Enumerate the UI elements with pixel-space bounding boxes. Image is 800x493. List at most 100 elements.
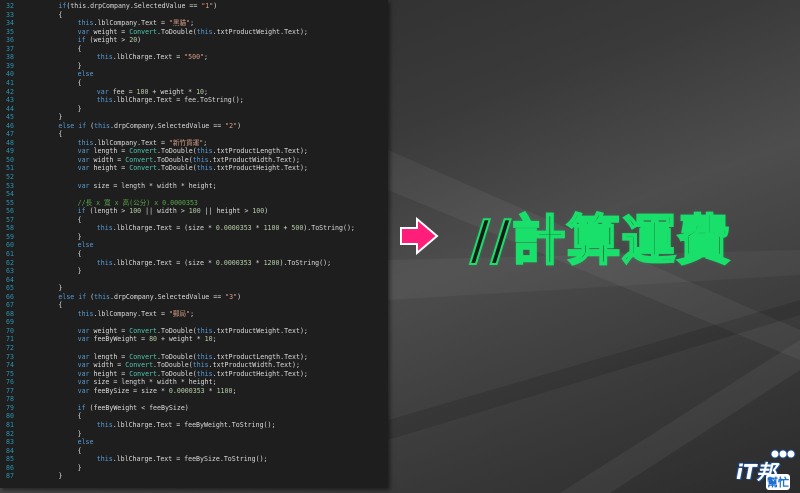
code-token: .ToDouble(	[157, 326, 197, 335]
code-token: (weight >	[85, 36, 130, 45]
code-token: .ToDouble(	[157, 164, 197, 173]
code-text: {	[20, 447, 82, 455]
code-token: *	[251, 258, 264, 267]
code-text: else	[20, 438, 94, 446]
code-token: else	[77, 70, 94, 79]
code-token: .lblCompany.Text =	[93, 309, 169, 318]
code-token: feeBySize = size *	[89, 386, 169, 395]
code-token: var	[77, 386, 90, 395]
code-token: feeByWeight =	[89, 335, 150, 344]
code-text: {	[20, 11, 62, 19]
code-token: var	[77, 369, 90, 378]
code-token: .txtProductWeight.Text);	[212, 326, 308, 335]
code-token: height =	[89, 164, 130, 173]
code-token: {	[77, 78, 82, 87]
code-line: 87}	[0, 472, 62, 481]
code-token: "3"	[225, 292, 238, 301]
code-token: this	[196, 326, 213, 335]
code-token: *	[251, 224, 264, 233]
code-token: 0.0000353	[215, 258, 252, 267]
code-token: ;	[204, 53, 208, 62]
code-text: this.lblCharge.Text = feeBySize.ToString…	[20, 455, 268, 463]
code-token: this	[96, 420, 113, 429]
code-token: }	[77, 232, 82, 241]
code-text: if (weight > 20)	[20, 36, 142, 45]
code-token: this	[196, 369, 213, 378]
code-text: }	[20, 267, 82, 275]
line-number: 87	[6, 472, 14, 481]
code-token: .lblCharge.Text =	[112, 53, 185, 62]
code-token: this	[196, 164, 213, 173]
code-token: Convert	[125, 361, 154, 370]
code-token: 100	[136, 87, 149, 96]
code-text: }	[20, 464, 82, 472]
code-text: }	[20, 62, 82, 70]
code-token: if	[77, 403, 86, 412]
code-token: Convert	[125, 155, 154, 164]
code-token: }	[77, 104, 82, 113]
code-token: var	[77, 181, 90, 190]
code-token: var	[77, 361, 90, 370]
code-token: {	[77, 249, 82, 258]
code-token: + weight *	[148, 87, 197, 96]
code-token: ).ToString();	[279, 258, 332, 267]
code-text: var feeBySize = size * 0.0000353 * 1100;	[20, 386, 237, 395]
code-token: "黑貓"	[168, 19, 191, 28]
code-token: *	[204, 386, 217, 395]
code-token: }	[77, 267, 82, 276]
code-token: ;	[203, 138, 208, 147]
code-token: .txtProductWeight.Text);	[212, 27, 308, 36]
it-help-logo[interactable]: iT邦 幫忙	[736, 446, 798, 492]
code-token: else	[77, 241, 94, 250]
code-token: {	[77, 215, 82, 224]
code-token: .drpCompany.SelectedValue ==	[110, 292, 226, 301]
code-token: var	[77, 164, 90, 173]
code-token: {	[58, 10, 63, 19]
code-token: Convert	[129, 147, 158, 156]
code-token: }	[77, 463, 82, 472]
code-text: var size = length * width * height;	[20, 378, 217, 386]
code-token: width =	[89, 155, 126, 164]
code-token: this	[96, 258, 113, 267]
arrow-right-icon	[400, 216, 439, 256]
code-text: else if (this.drpCompany.SelectedValue =…	[20, 122, 241, 130]
code-text: var length = Convert.ToDouble(this.txtPr…	[20, 147, 308, 155]
code-token: "1"	[201, 2, 214, 10]
code-token: {	[58, 301, 63, 310]
code-token: .lblCompany.Text =	[93, 19, 169, 28]
code-token: 1200	[263, 258, 280, 267]
code-text: this.lblCharge.Text = feeByWeight.ToStri…	[20, 420, 276, 429]
code-token: "2"	[225, 121, 238, 130]
code-token: Convert	[129, 352, 158, 361]
code-text: }	[20, 472, 62, 480]
code-token: 1100	[216, 386, 233, 395]
code-text: else	[20, 241, 94, 250]
code-token: + weight *	[157, 335, 205, 344]
code-token: )	[137, 36, 142, 45]
code-token: )	[213, 2, 218, 10]
code-token: 100	[252, 207, 265, 216]
code-token: var	[77, 326, 90, 335]
code-text: }	[20, 430, 82, 438]
code-text: this.lblCompany.Text = "郵局";	[20, 310, 194, 318]
code-token: //長 x 寬 x 高(公分) x 0.0000353	[77, 198, 198, 207]
code-token: this	[192, 361, 209, 370]
code-token: .txtProductHeight.Text);	[212, 369, 308, 378]
code-token: weight =	[89, 27, 130, 36]
code-text: var width = Convert.ToDouble(this.txtPro…	[20, 361, 300, 369]
code-token: var	[77, 352, 90, 361]
code-token: .txtProductWidth.Text);	[208, 361, 300, 370]
code-token: 1100	[263, 224, 280, 233]
slide-title: //計算運費	[469, 208, 732, 273]
code-token: {	[77, 44, 82, 53]
code-token: {	[77, 412, 82, 421]
code-token: .lblCharge.Text = fee.ToString();	[112, 96, 244, 105]
code-token: length =	[89, 147, 130, 156]
code-text: }	[20, 105, 82, 113]
code-text: {	[20, 301, 62, 309]
